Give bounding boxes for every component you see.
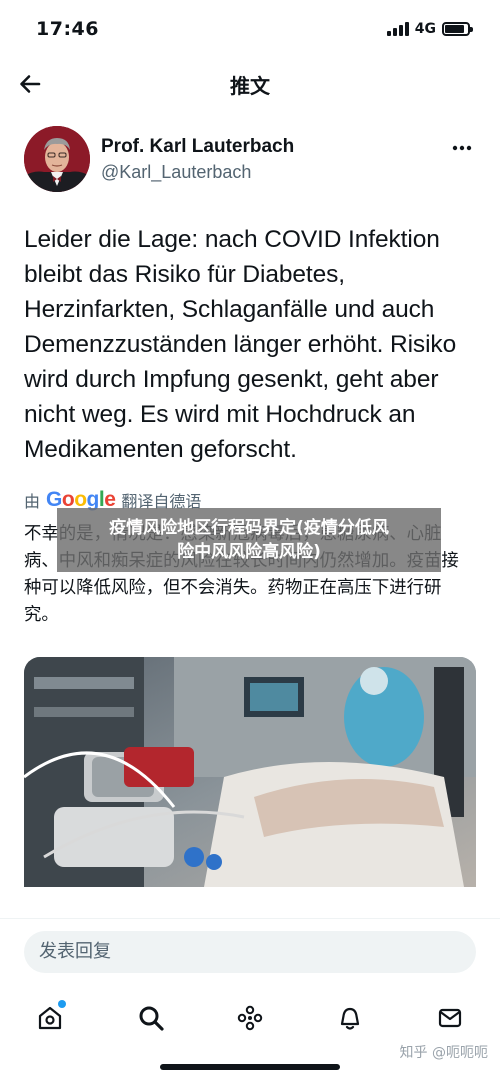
- signal-icon: [386, 22, 409, 36]
- nav-notifications[interactable]: [328, 996, 372, 1040]
- nav-search[interactable]: [129, 996, 173, 1040]
- watermark: 知乎 @呃呃呃: [399, 1045, 488, 1061]
- search-icon: [139, 1006, 164, 1031]
- spaces-icon: [237, 1005, 263, 1031]
- nav-home[interactable]: [28, 996, 72, 1040]
- page-title: 推文: [230, 74, 270, 98]
- status-indicators: 4G: [386, 21, 473, 37]
- avatar-portrait: [24, 126, 90, 192]
- reply-input[interactable]: 发表回复: [24, 931, 476, 973]
- reply-bar: 发表回复: [0, 918, 500, 990]
- nav-spaces[interactable]: [228, 996, 272, 1040]
- home-indicator: [160, 1064, 340, 1070]
- translate-prefix: 由: [24, 492, 41, 511]
- more-options-button[interactable]: [450, 136, 474, 160]
- hospital-photo: [24, 657, 476, 887]
- header: 推文: [0, 58, 500, 110]
- tweet-image[interactable]: [24, 657, 476, 887]
- status-bar: 17:46 4G: [0, 0, 500, 58]
- notification-dot: [58, 1000, 66, 1008]
- author-handle[interactable]: @Karl_Lauterbach: [101, 162, 251, 183]
- bottom-nav: 知乎 @呃呃呃: [0, 990, 500, 1082]
- author-row: Prof. Karl Lauterbach @Karl_Lauterbach: [24, 124, 476, 194]
- network-type: 4G: [414, 21, 436, 37]
- battery-level: [445, 25, 464, 33]
- overlay-line-2: 险中风风险高风险): [177, 542, 321, 562]
- more-icon: [452, 145, 472, 151]
- messages-icon: [438, 1008, 462, 1028]
- overlay-line-1: 疫情风险地区行程码界定(疫情分低风: [109, 518, 389, 538]
- tweet: Prof. Karl Lauterbach @Karl_Lauterbach L…: [24, 124, 476, 887]
- notifications-icon: [340, 1007, 360, 1030]
- avatar[interactable]: [24, 126, 90, 192]
- status-time: 17:46: [36, 18, 99, 40]
- nav-messages[interactable]: [428, 996, 472, 1040]
- battery-icon: [442, 22, 473, 36]
- overlay-banner: 疫情风险地区行程码界定(疫情分低风 险中风风险高风险): [57, 508, 441, 572]
- home-icon: [38, 1006, 62, 1030]
- author-name[interactable]: Prof. Karl Lauterbach: [101, 136, 294, 158]
- tweet-text: Leider die Lage: nach COVID Infektion bl…: [24, 226, 457, 463]
